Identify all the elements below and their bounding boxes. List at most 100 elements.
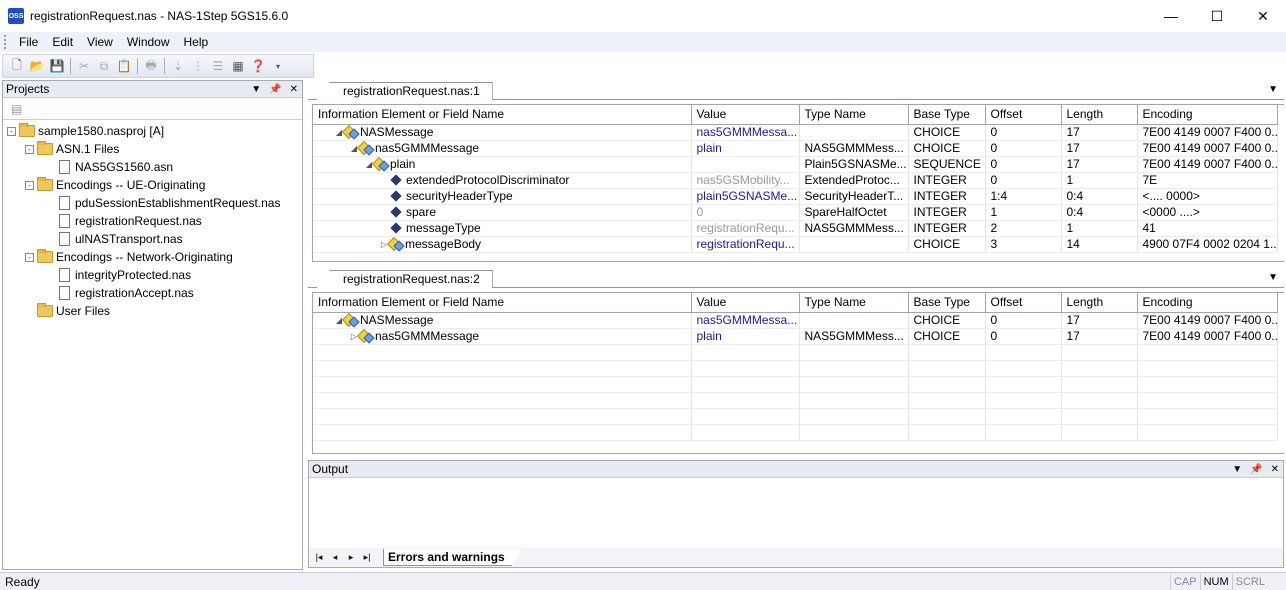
tree-file[interactable]: pduSessionEstablishmentRequest.nas [3,194,302,212]
tree-folder[interactable]: User Files [3,302,302,320]
paste-icon[interactable]: 📋 [114,56,134,76]
column-header[interactable]: Value [691,293,800,313]
column-header[interactable]: Information Element or Field Name [313,293,692,313]
tree-file[interactable]: NAS5GS1560.asn [3,158,302,176]
tab-list-dropdown-icon[interactable]: ▼ [1268,272,1278,283]
print-icon[interactable]: 🖶 [141,56,161,76]
encoding-cell: <.... 0000> [1137,188,1278,205]
menu-edit[interactable]: Edit [45,32,80,52]
doc2-tab[interactable]: registrationRequest.nas:2 [316,270,493,288]
table-row[interactable]: securityHeaderType plain5GSNASMe... Securi… [313,188,1278,205]
minimize-button[interactable]: — [1148,0,1194,32]
panel-menu-icon[interactable]: ▼ [251,81,261,98]
tab-list-dropdown-icon[interactable]: ▼ [1268,84,1278,95]
num-indicator: NUM [1199,574,1232,590]
column-header[interactable]: Type Name [799,105,909,125]
panel-close-icon[interactable]: ✕ [290,81,298,98]
close-button[interactable]: ✕ [1240,0,1286,32]
ie-name-cell: ▷ messageBody [313,236,692,253]
table-row[interactable]: spare 0 SpareHalfOctet INTEGER 1 0:4 <0000 ...… [313,204,1278,221]
column-header[interactable]: Length [1061,293,1138,313]
panel-close-icon[interactable]: ✕ [1271,461,1279,478]
table-row[interactable]: ▷ nas5GMMMessage plain NAS5GMMMess... CHOICE… [313,328,1278,345]
table-row[interactable]: ◢ NASMessage nas5GMMMessa... CHOICE 0 17 7E00 … [313,312,1278,329]
menu-view[interactable]: View [80,32,120,52]
file-icon [59,286,70,300]
ie-name-cell: ▷ nas5GMMMessage [313,328,692,345]
next-tab-icon[interactable]: ▸ [345,552,357,563]
value-cell[interactable]: nas5GMMMessa... [691,124,800,141]
table-row[interactable]: ◢ plain Plain5GSNASMe... SEQUENCE 0 17 7E00 41… [313,156,1278,173]
doc1-tab[interactable]: registrationRequest.nas:1 [316,82,493,100]
table-row[interactable]: messageType registrationRequ... NAS5GMMMes… [313,220,1278,237]
tree-folder[interactable]: - Encodings -- UE-Originating [3,176,302,194]
folder-icon [37,141,53,155]
ie-name: messageType [406,221,481,235]
column-header[interactable]: Base Type [908,105,986,125]
value-cell[interactable]: plain [691,140,800,157]
menu-file[interactable]: File [12,32,45,52]
collapse-toggle-icon[interactable]: - [25,144,34,154]
errors-warnings-tab[interactable]: Errors and warnings [383,549,522,566]
sort-icon[interactable]: ⇣ [168,56,188,76]
value-cell[interactable] [691,156,800,173]
table-row[interactable]: extendedProtocolDiscriminator nas5GSMobil… [313,172,1278,189]
first-tab-icon[interactable]: |◂ [313,552,325,563]
prev-tab-icon[interactable]: ◂ [329,552,341,563]
column-header[interactable]: Base Type [908,293,986,313]
output-text-area[interactable] [309,479,1283,549]
value-cell[interactable]: plain5GSNASMe... [691,188,800,205]
tree-folder[interactable]: - Encodings -- Network-Originating [3,248,302,266]
table-row[interactable]: ◢ NASMessage nas5GMMMessa... CHOICE 0 17 7E00 … [313,124,1278,141]
collapse-toggle-icon[interactable]: - [25,252,34,262]
column-header[interactable]: Offset [985,105,1062,125]
last-tab-icon[interactable]: ▸| [361,552,373,563]
menu-help[interactable]: Help [177,32,216,52]
tree-folder[interactable]: - ASN.1 Files [3,140,302,158]
project-properties-icon[interactable]: ▤ [11,102,22,116]
new-file-icon[interactable]: 🗋 [7,56,27,76]
list-icon[interactable]: ☰ [208,56,228,76]
panel-menu-icon[interactable]: ▼ [1232,461,1242,478]
length-cell: 0:4 [1061,188,1138,205]
length-cell: 17 [1061,124,1138,141]
cut-icon[interactable]: ✂ [74,56,94,76]
value-cell[interactable]: nas5GSMobility... [691,172,800,189]
column-header[interactable]: Length [1061,105,1138,125]
grid-icon[interactable]: ▦ [228,56,248,76]
empty-cell [691,424,800,441]
tree-file[interactable]: integrityProtected.nas [3,266,302,284]
menu-window[interactable]: Window [120,32,177,52]
tree-file[interactable]: ulNASTransport.nas [3,230,302,248]
pin-icon[interactable]: 📌 [1250,461,1262,478]
tree-icon[interactable]: ⋮ [188,56,208,76]
value-cell[interactable]: 0 [691,204,800,221]
pin-icon[interactable]: 📌 [269,81,281,98]
toolbar-overflow-icon[interactable]: ▾ [268,56,288,76]
column-header[interactable]: Encoding [1137,293,1278,313]
column-header[interactable]: Information Element or Field Name [313,105,692,125]
copy-icon[interactable]: ⧉ [94,56,114,76]
value-cell[interactable]: plain [691,328,800,345]
value-cell[interactable]: registrationRequ... [691,236,800,253]
empty-cell [1061,424,1138,441]
open-folder-icon[interactable]: 📂 [27,56,47,76]
table-row[interactable]: ▷ messageBody registrationRequ... CHOICE 3 14… [313,236,1278,253]
tree-file[interactable]: registrationRequest.nas [3,212,302,230]
save-icon[interactable]: 💾 [47,56,67,76]
value-cell[interactable]: registrationRequ... [691,220,800,237]
collapse-toggle-icon[interactable]: - [25,180,34,190]
column-header[interactable]: Value [691,105,800,125]
column-header[interactable]: Encoding [1137,105,1278,125]
tree-folder[interactable]: - sample1580.nasproj [A] [3,122,302,140]
value-cell[interactable]: nas5GMMMessa... [691,312,800,329]
collapse-toggle-icon[interactable]: - [7,126,16,136]
ie-name-wrap: ◢ NASMessage [318,313,690,327]
table-row[interactable]: ◢ nas5GMMMessage plain NAS5GMMMess... CHOICE… [313,140,1278,157]
maximize-button[interactable]: ☐ [1194,0,1240,32]
column-header[interactable]: Offset [985,293,1062,313]
empty-cell [799,360,909,377]
help-icon[interactable]: ❓ [248,56,268,76]
column-header[interactable]: Type Name [799,293,909,313]
tree-file[interactable]: registrationAccept.nas [3,284,302,302]
